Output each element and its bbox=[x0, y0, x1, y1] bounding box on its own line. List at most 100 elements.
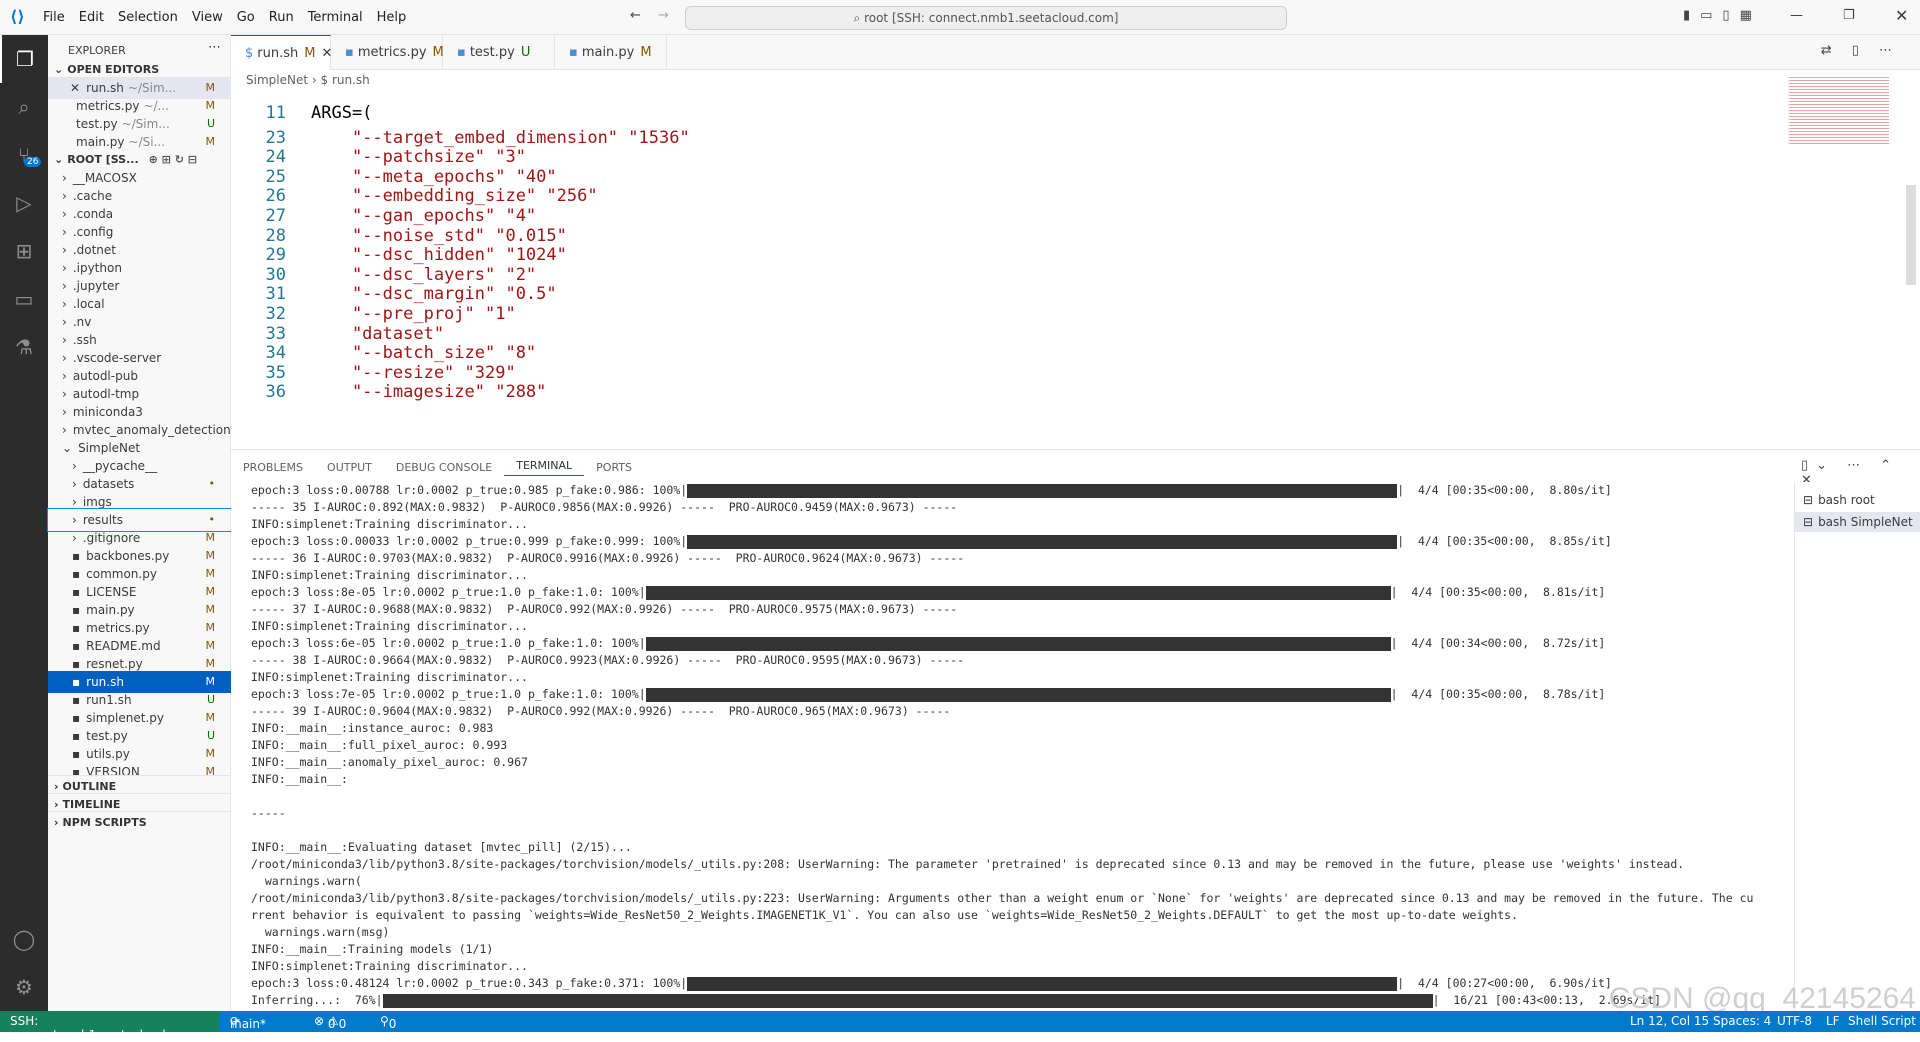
terminal-line: ----- 35 I-AUROC:0.892(MAX:0.9832) P-AUR… bbox=[251, 500, 958, 514]
tab-run-sh[interactable]: $ run.sh M ✕ bbox=[231, 35, 332, 70]
terminal-line: warnings.warn( bbox=[251, 874, 362, 888]
run-debug-icon[interactable]: ▷ bbox=[0, 179, 48, 227]
file-icon: ▪ bbox=[72, 693, 81, 707]
terminal-text-prefix: epoch:3 loss:0.00033 lr:0.0002 p_true:0.… bbox=[251, 534, 688, 548]
minimap[interactable] bbox=[1789, 75, 1889, 145]
account-icon[interactable]: ◯ bbox=[0, 915, 48, 963]
settings-gear-icon[interactable]: ⚙ bbox=[0, 963, 48, 1011]
close-window-button[interactable]: ✕ bbox=[1895, 6, 1908, 25]
indentation[interactable]: Spaces: 4 bbox=[1713, 1014, 1771, 1028]
explorer-actions-icons[interactable]: ⊕ ⊞ ↻ ⊟ bbox=[139, 153, 197, 166]
minimize-button[interactable]: — bbox=[1790, 8, 1803, 23]
menu-run[interactable]: Run bbox=[262, 10, 301, 25]
code-line[interactable]: "--imagesize" "288" bbox=[311, 382, 546, 402]
code-line[interactable]: "--pre_proj" "1" bbox=[311, 304, 516, 324]
folder-name: .jupyter bbox=[72, 279, 120, 293]
terminal-instance[interactable]: ⊟ bash SimpleNet bbox=[1795, 512, 1920, 532]
breadcrumb-file[interactable]: run.sh bbox=[332, 73, 370, 87]
code-line[interactable]: "--batch_size" "8" bbox=[311, 343, 536, 363]
terminal-instance[interactable]: ⊟ bash root bbox=[1795, 490, 1920, 510]
tab-status: M bbox=[432, 45, 444, 60]
code-line[interactable]: "--noise_std" "0.015" bbox=[311, 226, 567, 246]
testing-icon[interactable]: ⚗ bbox=[0, 323, 48, 371]
terminal-text-suffix: | 4/4 [00:35<00:00, 8.78s/it] bbox=[1390, 687, 1606, 701]
menu-selection[interactable]: Selection bbox=[111, 10, 185, 25]
source-control-badge: 26 bbox=[24, 157, 42, 167]
branch-indicator[interactable]: ⑂ main* ⟳ bbox=[230, 1014, 266, 1031]
code-line[interactable]: "--gan_epochs" "4" bbox=[311, 206, 536, 226]
terminal-line: INFO:__main__:Evaluating dataset [mvtec_… bbox=[251, 840, 632, 854]
code-line[interactable]: "--resize" "329" bbox=[311, 363, 516, 383]
menu-file[interactable]: File bbox=[36, 10, 72, 25]
code-line[interactable]: "--embedding_size" "256" bbox=[311, 186, 598, 206]
code-line[interactable]: "--dsc_margin" "0.5" bbox=[311, 284, 557, 304]
tab-icon: ▪ bbox=[457, 45, 466, 60]
progress-bar bbox=[645, 687, 1391, 702]
restore-button[interactable]: ❐ bbox=[1843, 8, 1855, 23]
menu-go[interactable]: Go bbox=[230, 10, 262, 25]
terminal-output[interactable]: epoch:3 loss:0.00788 lr:0.0002 p_true:0.… bbox=[251, 482, 1920, 1012]
tab-main-py[interactable]: ▪ main.py M bbox=[555, 35, 667, 70]
line-number: 11 bbox=[265, 103, 286, 123]
folder-name: .cache bbox=[72, 189, 113, 203]
code-line[interactable]: "--patchsize" "3" bbox=[311, 147, 526, 167]
menu-bar: File Edit Selection View Go Run Terminal Help bbox=[36, 0, 413, 35]
cursor-position[interactable]: Ln 12, Col 15 bbox=[1630, 1014, 1709, 1028]
problems-indicator[interactable]: ⊗ 0 ⚠ 0 bbox=[314, 1014, 346, 1031]
code-line[interactable]: "--target_embed_dimension" "1536" bbox=[311, 128, 690, 148]
close-icon[interactable]: ✕ bbox=[48, 81, 86, 95]
chevron-right-icon: › bbox=[62, 333, 67, 347]
editor-scrollbar[interactable] bbox=[1906, 185, 1916, 285]
tab-icon: $ bbox=[245, 46, 254, 61]
eol[interactable]: LF bbox=[1826, 1014, 1840, 1028]
menu-view[interactable]: View bbox=[185, 10, 230, 25]
terminal-list: ⊟ bash root ⊟ bash SimpleNet bbox=[1794, 482, 1920, 1012]
language-mode[interactable]: Shell Script bbox=[1848, 1014, 1916, 1028]
tab-test-py[interactable]: ▪ test.py U bbox=[443, 35, 555, 70]
menu-help[interactable]: Help bbox=[370, 10, 414, 25]
folder-name: __MACOSX bbox=[72, 171, 137, 185]
breadcrumb-folder[interactable]: SimpleNet bbox=[246, 73, 308, 87]
folder-name: .dotnet bbox=[72, 243, 116, 257]
code-line[interactable]: "dataset" bbox=[311, 324, 444, 344]
command-center[interactable]: ⌕ root [SSH: connect.nmb1.seetacloud.com… bbox=[685, 6, 1287, 30]
file-icon: ▪ bbox=[72, 729, 81, 743]
search-view-icon[interactable]: ⌕ bbox=[0, 83, 48, 131]
panel-tab-output[interactable]: OUTPUT bbox=[315, 461, 384, 474]
code-line[interactable]: ARGS=( bbox=[311, 103, 372, 123]
layout-icons[interactable]: ▮▭▯▦ bbox=[1683, 8, 1762, 23]
section-label: NPM SCRIPTS bbox=[62, 816, 147, 829]
tab-metrics-py[interactable]: ▪ metrics.py M bbox=[331, 35, 444, 70]
source-control-icon[interactable]: ⑂ 26 bbox=[0, 131, 48, 179]
menu-edit[interactable]: Edit bbox=[72, 10, 111, 25]
explorer-icon[interactable]: ❐ bbox=[0, 35, 48, 83]
forward-arrow-icon[interactable]: → bbox=[658, 8, 669, 23]
remote-indicator[interactable]: SSH: connect.nmb1.seetacloud.com bbox=[0, 1011, 220, 1042]
code-line[interactable]: "--dsc_hidden" "1024" bbox=[311, 245, 567, 265]
chevron-right-icon: › bbox=[62, 315, 67, 329]
more-actions-icon[interactable]: ⋯ bbox=[208, 40, 221, 55]
back-arrow-icon[interactable]: ← bbox=[630, 8, 641, 23]
panel-tab-debug-console[interactable]: DEBUG CONSOLE bbox=[384, 461, 504, 474]
ports-indicator[interactable]: ⚲ 0 bbox=[380, 1014, 396, 1031]
code-editor[interactable]: 11 ARGS=(23 "--target_embed_dimension" "1… bbox=[231, 103, 1781, 449]
menu-terminal[interactable]: Terminal bbox=[301, 10, 370, 25]
chevron-right-icon: › bbox=[62, 261, 67, 275]
code-line[interactable]: "--dsc_layers" "2" bbox=[311, 265, 536, 285]
open-editor-path: ~/... bbox=[143, 99, 169, 113]
tab-actions-icons[interactable]: ⇄ ▯ ⋯ bbox=[1821, 43, 1900, 58]
folder-name: mvtec_anomaly_detection bbox=[72, 423, 231, 437]
file-name: utils.py bbox=[86, 747, 130, 761]
panel-tab-terminal[interactable]: TERMINAL bbox=[504, 459, 585, 476]
close-tab-icon[interactable]: ✕ bbox=[315, 46, 332, 61]
encoding[interactable]: UTF-8 bbox=[1777, 1014, 1812, 1028]
section-npm-scripts[interactable]: › NPM SCRIPTS bbox=[48, 811, 231, 833]
panel-tab-problems[interactable]: PROBLEMS bbox=[231, 461, 315, 474]
ports-count: 0 bbox=[388, 1017, 397, 1031]
open-editor-name: run.sh bbox=[86, 81, 124, 95]
panel-tab-ports[interactable]: PORTS bbox=[584, 461, 644, 474]
code-line[interactable]: "--meta_epochs" "40" bbox=[311, 167, 557, 187]
remote-explorer-icon[interactable]: ▭ bbox=[0, 275, 48, 323]
extensions-icon[interactable]: ⊞ bbox=[0, 227, 48, 275]
breadcrumb: SimpleNet › $ run.sh bbox=[246, 73, 370, 87]
